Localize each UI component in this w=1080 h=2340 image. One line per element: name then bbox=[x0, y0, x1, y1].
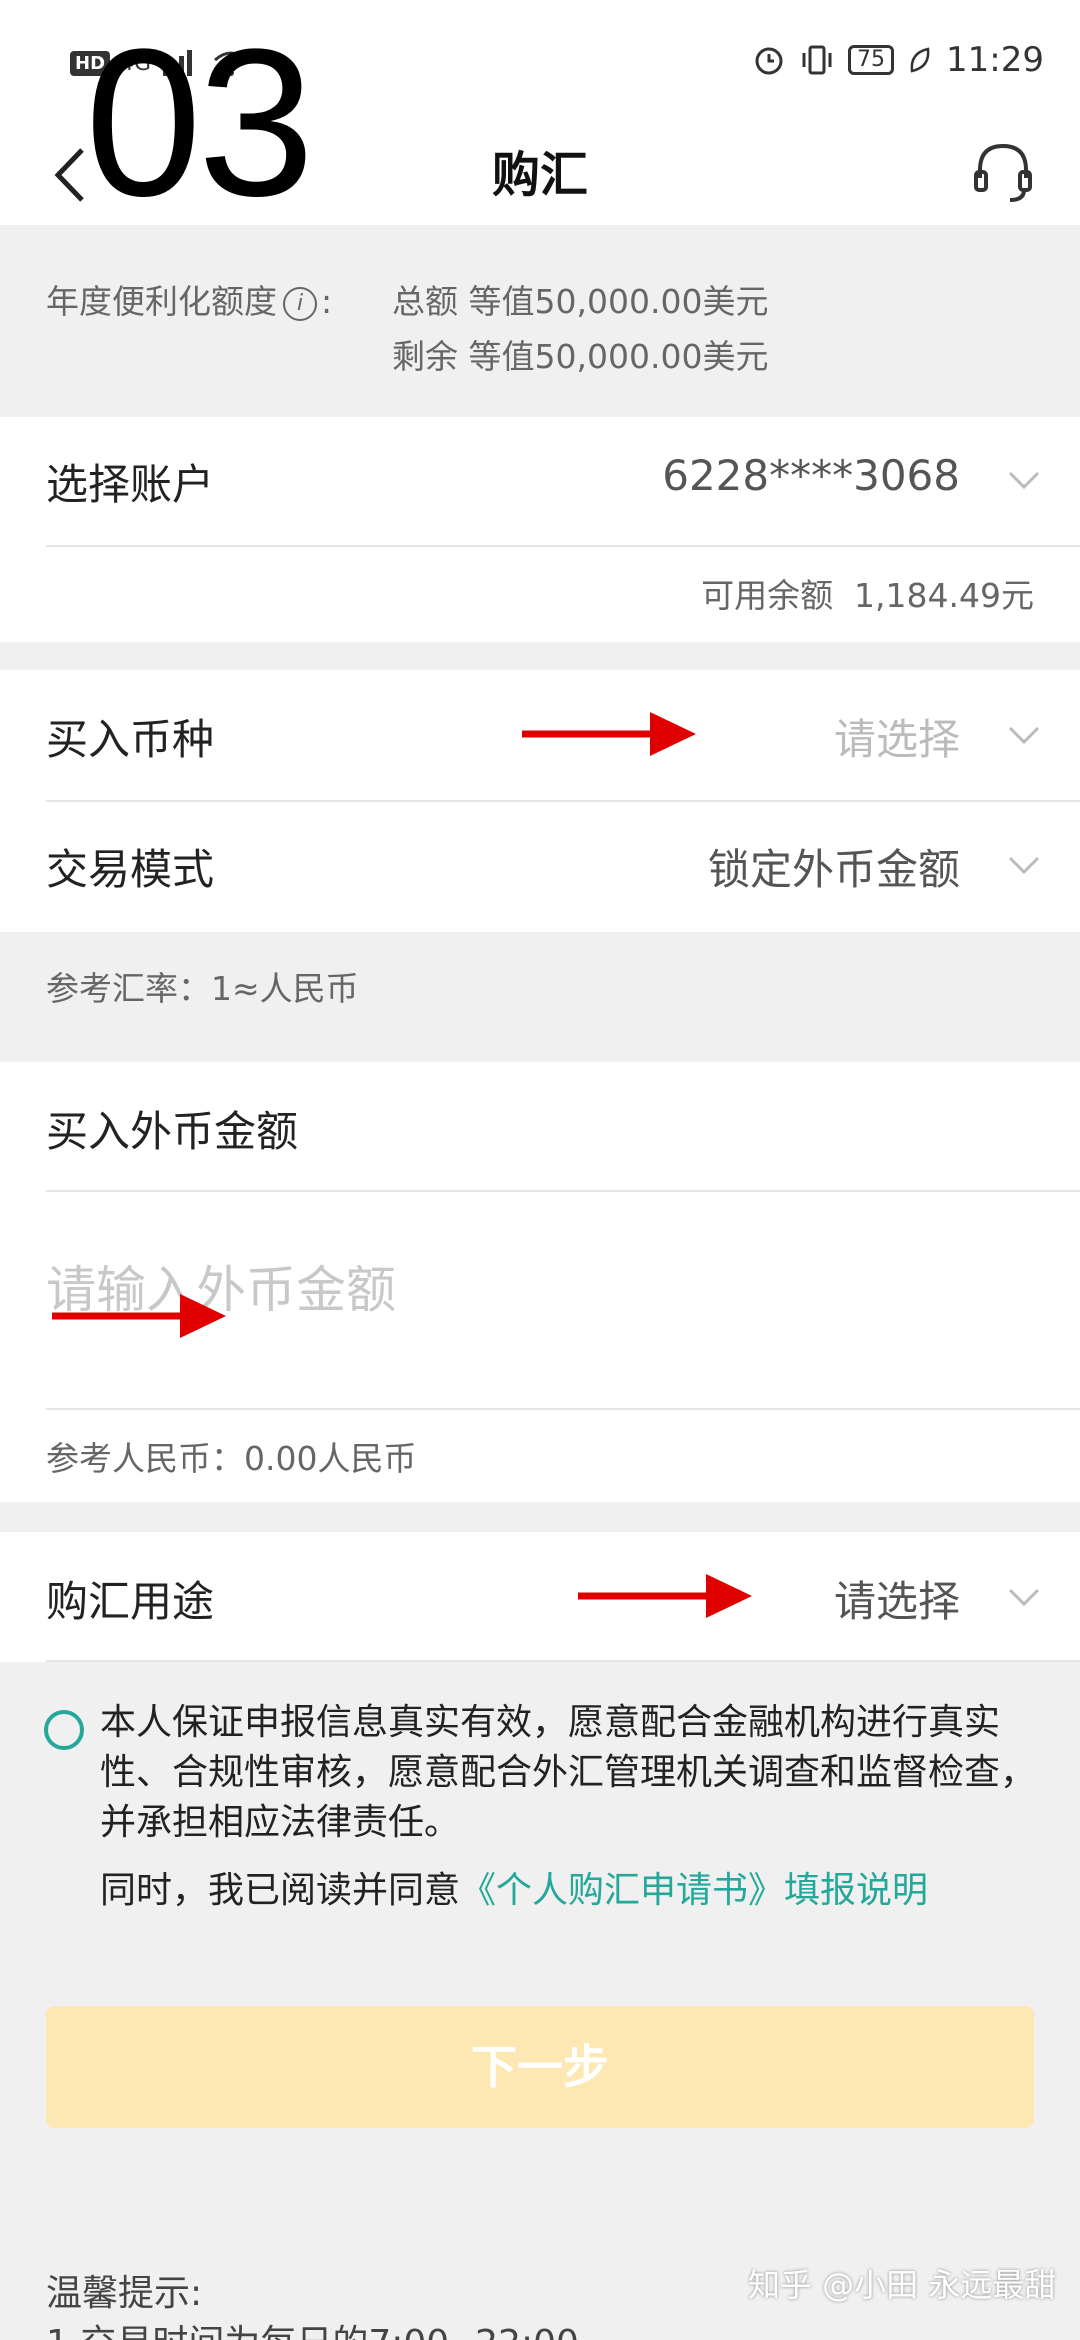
next-step-button[interactable]: 下一步 bbox=[46, 2006, 1034, 2128]
buy-currency-row[interactable]: 买入币种 请选择 bbox=[0, 670, 1080, 800]
amount-label: 买入外币金额 bbox=[46, 1107, 299, 1156]
quota-label: 年度便利化额度 bbox=[46, 282, 277, 321]
agreement-read-row: 同时，我已阅读并同意《个人购汇申请书》填报说明 bbox=[100, 1866, 928, 1916]
overlay-step-number: 03 bbox=[85, 5, 315, 240]
buy-currency-value: 请选择 bbox=[833, 715, 960, 764]
watermark: 知乎 @小田 永远最甜 bbox=[748, 2266, 1057, 2304]
annotation-arrow bbox=[578, 1574, 752, 1618]
purpose-section: 购汇用途 请选择 bbox=[0, 1532, 1080, 1662]
application-link[interactable]: 《个人购汇申请书》 bbox=[460, 1870, 784, 1911]
balance-value: 1,184.49元 bbox=[854, 576, 1034, 615]
alarm-icon bbox=[755, 47, 783, 75]
annual-quota-panel: 年度便利化额度 i: 总额 等值50,000.00美元 剩余 等值50,000.0… bbox=[0, 225, 1080, 417]
divider bbox=[46, 1408, 1080, 1410]
leaf-icon bbox=[910, 47, 930, 73]
agreement-radio[interactable] bbox=[44, 1710, 84, 1750]
currency-mode-section: 买入币种 请选择 交易模式 锁定外币金额 bbox=[0, 670, 1080, 932]
annotation-arrow bbox=[522, 712, 696, 756]
trade-mode-row[interactable]: 交易模式 锁定外币金额 bbox=[0, 802, 1080, 932]
account-select-row[interactable]: 选择账户 6228****3068 bbox=[0, 417, 1080, 545]
trade-mode-label: 交易模式 bbox=[46, 845, 215, 894]
instructions-link[interactable]: 填报说明 bbox=[784, 1870, 928, 1911]
chevron-down-icon bbox=[1008, 471, 1040, 490]
balance-label: 可用余额 bbox=[701, 576, 834, 615]
trade-mode-value: 锁定外币金额 bbox=[707, 845, 960, 894]
battery-indicator: 75 bbox=[848, 45, 895, 75]
purpose-label: 购汇用途 bbox=[46, 1577, 215, 1626]
account-section: 选择账户 6228****3068 可用余额 1,184.49元 bbox=[0, 417, 1080, 642]
quota-remaining: 剩余 等值50,000.00美元 bbox=[392, 337, 769, 376]
divider bbox=[46, 545, 1080, 547]
status-right: 75 11:29 bbox=[752, 40, 1044, 80]
divider bbox=[46, 1660, 1080, 1662]
divider bbox=[46, 1190, 1080, 1192]
chevron-down-icon bbox=[1008, 726, 1040, 745]
annotation-arrow bbox=[52, 1294, 226, 1338]
chevron-down-icon bbox=[1008, 856, 1040, 875]
reference-rmb: 参考人民币：0.00人民币 bbox=[46, 1439, 417, 1478]
reference-rate: 参考汇率：1≈人民币 bbox=[46, 969, 359, 1008]
purpose-value: 请选择 bbox=[833, 1577, 960, 1626]
account-value: 6228****3068 bbox=[662, 451, 960, 500]
chevron-down-icon bbox=[1008, 1588, 1040, 1607]
vibrate-icon bbox=[802, 45, 832, 75]
agreement-prefix: 同时，我已阅读并同意 bbox=[100, 1870, 461, 1911]
purpose-row[interactable]: 购汇用途 请选择 bbox=[0, 1532, 1080, 1662]
balance-row: 可用余额 1,184.49元 bbox=[701, 569, 1034, 617]
customer-service-icon[interactable] bbox=[970, 138, 1036, 208]
account-label: 选择账户 bbox=[46, 460, 215, 509]
buy-currency-label: 买入币种 bbox=[46, 715, 215, 764]
quota-total: 总额 等值50,000.00美元 bbox=[392, 282, 769, 321]
clock: 11:29 bbox=[946, 40, 1044, 80]
tips-title: 温馨提示: bbox=[46, 2273, 203, 2314]
tips-line: 1.交易时间为每日的7:00--22:00 bbox=[46, 2314, 579, 2340]
quota-label-row: 年度便利化额度 i: bbox=[46, 275, 332, 323]
quota-colon: : bbox=[321, 282, 333, 321]
agreement-text: 本人保证申报信息真实有效，愿意配合金融机构进行真实性、合规性审核，愿意配合外汇管… bbox=[100, 1702, 1037, 1843]
info-icon[interactable]: i bbox=[283, 286, 317, 321]
